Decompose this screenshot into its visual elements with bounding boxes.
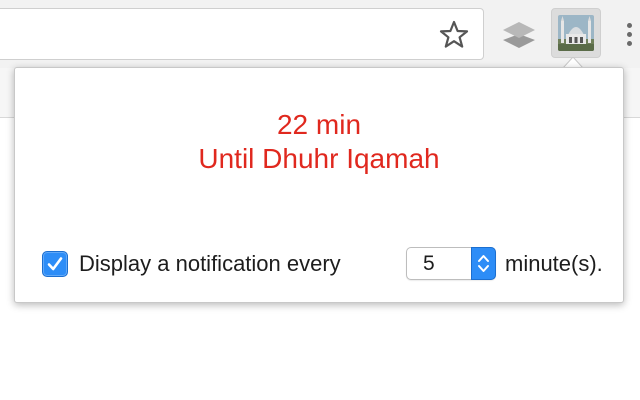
notification-setting-row: Display a notification every 5 minute(s)… xyxy=(40,246,610,282)
mosque-icon xyxy=(558,15,594,51)
three-dots-vertical-icon[interactable] xyxy=(620,20,640,50)
interval-value[interactable]: 5 xyxy=(423,252,435,276)
prayer-times-extension-button[interactable] xyxy=(551,8,601,58)
notification-label-after: minute(s). xyxy=(505,251,603,276)
interval-stepper[interactable]: 5 xyxy=(406,247,496,280)
extension-popup: 22 min Until Dhuhr Iqamah Display a noti… xyxy=(14,67,624,303)
stepper-arrows-icon[interactable] xyxy=(471,247,496,280)
notification-label-before: Display a notification every xyxy=(79,251,341,276)
countdown-display: 22 min Until Dhuhr Iqamah xyxy=(15,108,623,176)
address-bar[interactable] xyxy=(0,8,484,60)
countdown-label: Until Dhuhr Iqamah xyxy=(198,143,440,174)
notification-checkbox[interactable] xyxy=(42,251,68,277)
layers-icon[interactable] xyxy=(500,16,538,54)
star-icon[interactable] xyxy=(438,19,470,51)
browser-toolbar xyxy=(0,0,640,68)
countdown-time: 22 min xyxy=(276,109,362,140)
